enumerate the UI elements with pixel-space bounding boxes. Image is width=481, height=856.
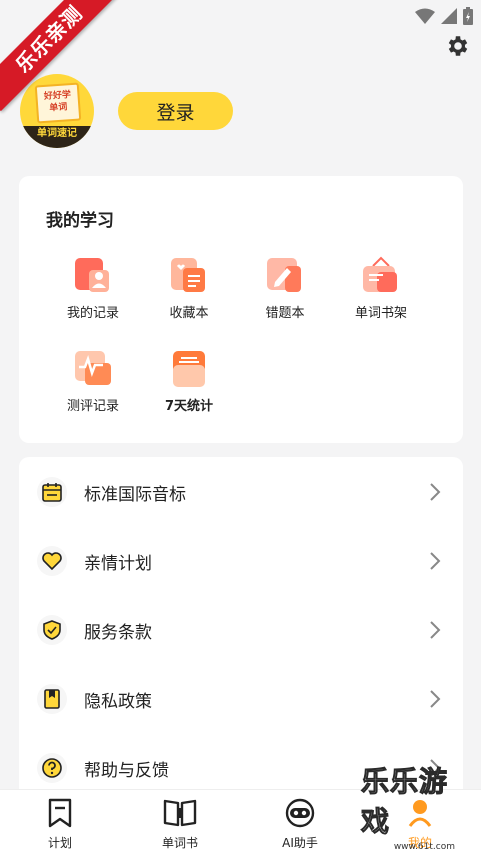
menu-item-family-plan[interactable]: 亲情计划	[19, 541, 463, 581]
stats-icon	[169, 349, 209, 389]
assessment-icon	[73, 349, 113, 389]
menu-item-phonetics[interactable]: 标准国际音标	[19, 472, 463, 512]
menu-item-label: 帮助与反馈	[84, 760, 169, 781]
gear-icon[interactable]	[445, 33, 471, 59]
my-study-card: 我的学习 我的记录 收藏本 错题本 单词书架 测评记录 7天统计	[19, 176, 463, 443]
chevron-right-icon	[430, 552, 441, 570]
watermark-ribbon: 乐乐亲测	[0, 0, 120, 120]
tab-plan[interactable]: 计划	[20, 798, 100, 851]
study-item-mistakes[interactable]: 错题本	[237, 256, 333, 321]
ribbon-text: 乐乐亲测	[0, 0, 120, 112]
avatar-band-text: 单词速记	[37, 128, 77, 139]
favorites-icon	[169, 256, 209, 296]
watermark-url: www.61t.com	[393, 842, 455, 852]
chevron-right-icon	[430, 621, 441, 639]
wifi-icon	[415, 8, 435, 24]
tab-label: AI助手	[282, 836, 318, 850]
book-icon	[163, 799, 197, 827]
menu-item-label: 服务条款	[84, 622, 152, 643]
study-item-label: 单词书架	[354, 306, 407, 321]
tab-wordbook[interactable]: 单词书	[140, 798, 220, 851]
bookmark-icon	[37, 684, 67, 714]
chevron-right-icon	[430, 690, 441, 708]
record-icon	[73, 256, 113, 296]
tab-label: 单词书	[161, 836, 198, 850]
study-item-favorites[interactable]: 收藏本	[141, 256, 237, 321]
menu-item-label: 隐私政策	[84, 691, 152, 712]
study-item-bookshelf[interactable]: 单词书架	[333, 256, 429, 321]
study-title: 我的学习	[46, 211, 114, 231]
study-item-label: 错题本	[265, 306, 305, 321]
tab-ai-assistant[interactable]: AI助手	[260, 798, 340, 851]
shield-check-icon	[37, 615, 67, 645]
tab-label: 计划	[47, 836, 72, 850]
study-item-assessment[interactable]: 测评记录	[45, 349, 141, 414]
study-item-label: 我的记录	[66, 306, 119, 321]
signal-icon	[441, 8, 457, 24]
watermark-name: 乐乐游戏	[361, 765, 449, 839]
plan-icon	[48, 798, 72, 828]
calendar-icon	[37, 477, 67, 507]
site-watermark: 乐乐游戏 www.61t.com	[361, 765, 479, 854]
study-item-records[interactable]: 我的记录	[45, 256, 141, 321]
menu-item-terms[interactable]: 服务条款	[19, 610, 463, 650]
bookshelf-icon	[361, 256, 401, 296]
robot-icon	[285, 798, 315, 828]
study-item-label: 7天统计	[164, 399, 214, 414]
login-button[interactable]: 登录	[118, 92, 233, 130]
study-item-stats[interactable]: 7天统计	[141, 349, 237, 414]
mistakes-icon	[265, 256, 305, 296]
heart-icon	[37, 546, 67, 576]
help-icon	[37, 753, 67, 783]
menu-item-label: 亲情计划	[84, 553, 152, 574]
menu-item-label: 标准国际音标	[84, 484, 186, 505]
study-item-label: 收藏本	[169, 306, 209, 321]
avatar-band: 单词速记	[20, 126, 94, 148]
chevron-right-icon	[430, 483, 441, 501]
battery-icon	[463, 7, 473, 25]
study-item-label: 测评记录	[66, 399, 119, 414]
menu-item-privacy[interactable]: 隐私政策	[19, 679, 463, 719]
